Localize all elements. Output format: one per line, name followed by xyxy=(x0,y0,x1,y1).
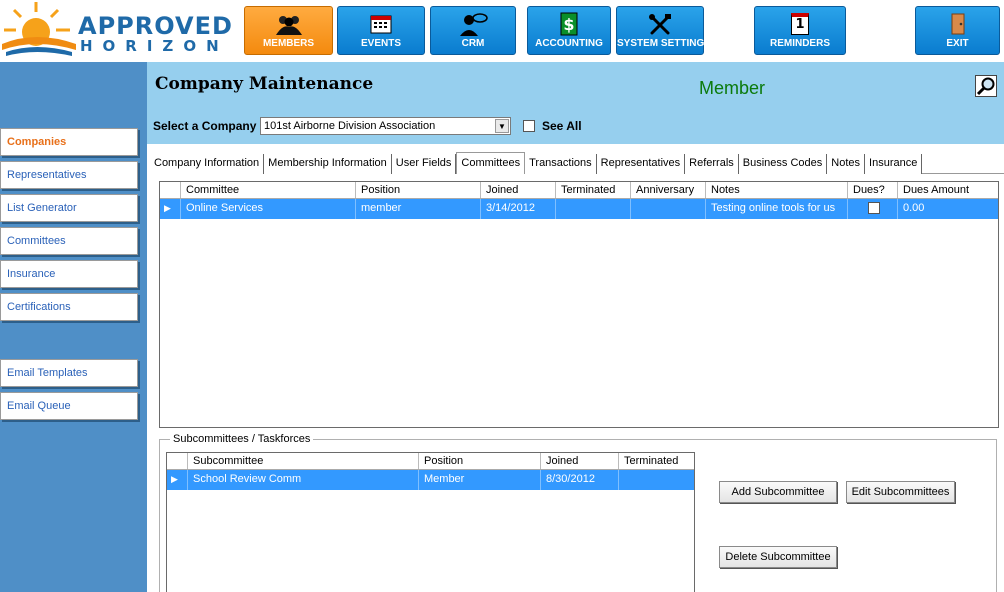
see-all-label: See All xyxy=(542,119,582,133)
tools-icon xyxy=(617,12,703,36)
nav-events-label: EVENTS xyxy=(360,38,401,49)
tab-referrals[interactable]: Referrals xyxy=(685,154,739,174)
committees-grid-header: Committee Position Joined Terminated Ann… xyxy=(160,182,998,199)
tab-committees[interactable]: Committees xyxy=(456,152,526,174)
calendar-icon xyxy=(338,12,424,36)
subcommittees-grid-header: Subcommittee Position Joined Terminated xyxy=(167,453,694,470)
column-header[interactable]: Position xyxy=(356,182,481,198)
nav-members-button[interactable]: MEMBERS xyxy=(244,6,333,55)
row-header-cell xyxy=(167,453,188,469)
select-company-label: Select a Company xyxy=(153,119,257,133)
tab-representatives[interactable]: Representatives xyxy=(596,154,686,174)
tab-transactions[interactable]: Transactions xyxy=(525,154,597,174)
cell-committee: Online Services xyxy=(181,199,356,219)
cell-terminated xyxy=(619,470,694,490)
dropdown-arrow-icon[interactable]: ▼ xyxy=(495,119,509,133)
magnifier-icon xyxy=(976,77,995,96)
tab-insurance[interactable]: Insurance xyxy=(865,154,923,174)
column-header[interactable]: Dues? xyxy=(848,182,898,198)
nav-crm-label: CRM xyxy=(461,38,485,49)
cell-dues xyxy=(848,199,898,219)
column-header[interactable]: Terminated xyxy=(556,182,631,198)
page-title: Company Maintenance xyxy=(155,74,374,94)
sidebar-item-certifications[interactable]: Certifications xyxy=(0,293,138,321)
row-header-cell xyxy=(160,182,181,198)
nav-exit-label: EXIT xyxy=(946,38,969,49)
cell-anniversary xyxy=(631,199,706,219)
column-header[interactable]: Joined xyxy=(541,453,619,469)
column-header[interactable]: Anniversary xyxy=(631,182,706,198)
nav-events-button[interactable]: EVENTS xyxy=(337,6,425,55)
company-select[interactable]: 101st Airborne Division Association ▼ xyxy=(260,117,511,135)
see-all-checkbox[interactable] xyxy=(523,120,535,132)
nav-reminders-button[interactable]: 1 REMINDERS xyxy=(754,6,846,55)
tab-company-information[interactable]: Company Information xyxy=(150,154,265,174)
tab-strip: Company Information Membership Informati… xyxy=(150,152,923,174)
nav-members-label: MEMBERS xyxy=(262,38,315,49)
svg-text:$: $ xyxy=(563,15,574,34)
page-header: Company Maintenance Member Select a Comp… xyxy=(147,62,1004,144)
tab-notes[interactable]: Notes xyxy=(827,154,866,174)
cell-notes: Testing online tools for us xyxy=(706,199,848,219)
row-pointer-icon: ▶ xyxy=(160,199,181,219)
member-status-label: Member xyxy=(699,78,766,98)
nav-system-settings-button[interactable]: SYSTEM SETTINGS xyxy=(616,6,711,55)
subcommittees-group-label: Subcommittees / Taskforces xyxy=(170,433,314,445)
person-speech-icon xyxy=(431,12,515,36)
column-header[interactable]: Committee xyxy=(181,182,356,198)
add-subcommittee-button[interactable]: Add Subcommittee xyxy=(719,481,837,503)
column-header[interactable]: Subcommittee xyxy=(188,453,419,469)
sidebar-item-email-queue[interactable]: Email Queue xyxy=(0,392,138,420)
edit-subcommittees-button[interactable]: Edit Subcommittees xyxy=(846,481,955,503)
tab-business-codes[interactable]: Business Codes xyxy=(738,154,828,174)
dollar-icon: $ xyxy=(528,12,610,36)
nav-exit-button[interactable]: EXIT xyxy=(915,6,1000,55)
column-header[interactable]: Notes xyxy=(706,182,848,198)
cell-dues-amount: 0.00 xyxy=(903,202,925,214)
tab-user-fields[interactable]: User Fields xyxy=(391,154,457,174)
sun-logo-icon xyxy=(2,2,76,56)
row-pointer-icon: ▶ xyxy=(167,470,188,490)
committees-grid: Committee Position Joined Terminated Ann… xyxy=(159,181,999,428)
column-header[interactable]: Dues Amount xyxy=(898,182,998,198)
column-header[interactable]: Position xyxy=(419,453,541,469)
table-row[interactable]: ▶ Online Services member 3/14/2012 Testi… xyxy=(160,199,998,219)
cell-joined: 8/30/2012 xyxy=(541,470,619,490)
door-exit-icon xyxy=(916,12,999,36)
delete-subcommittee-button[interactable]: Delete Subcommittee xyxy=(719,546,837,568)
column-header[interactable]: Joined xyxy=(481,182,556,198)
cell-terminated xyxy=(556,199,631,219)
people-group-icon xyxy=(245,12,332,36)
cell-position: member xyxy=(356,199,481,219)
sidebar-item-committees[interactable]: Committees xyxy=(0,227,138,255)
app-logo: APPROVED HORIZON xyxy=(0,0,240,62)
sidebar-item-email-templates[interactable]: Email Templates xyxy=(0,359,138,387)
nav-system-settings-label: SYSTEM SETTINGS xyxy=(617,38,711,49)
logo-text-approved: APPROVED xyxy=(78,12,233,40)
search-button[interactable] xyxy=(975,75,997,97)
tab-membership-information[interactable]: Membership Information xyxy=(264,154,392,174)
company-select-value: 101st Airborne Division Association xyxy=(264,120,436,132)
cell-subcommittee: School Review Comm xyxy=(188,470,419,490)
top-bar: APPROVED HORIZON MEMBERS EVENTS CRM $ AC… xyxy=(0,0,1004,62)
sidebar-item-insurance[interactable]: Insurance xyxy=(0,260,138,288)
sidebar-item-representatives[interactable]: Representatives xyxy=(0,161,138,189)
nav-reminders-label: REMINDERS xyxy=(769,38,830,49)
table-row[interactable]: ▶ School Review Comm Member 8/30/2012 xyxy=(167,470,694,490)
nav-accounting-button[interactable]: $ ACCOUNTING xyxy=(527,6,611,55)
subcommittees-grid: Subcommittee Position Joined Terminated … xyxy=(166,452,695,592)
nav-crm-button[interactable]: CRM xyxy=(430,6,516,55)
logo-text-horizon: HORIZON xyxy=(80,37,229,55)
sidebar-item-companies[interactable]: Companies xyxy=(0,128,138,156)
column-header[interactable]: Terminated xyxy=(619,453,694,469)
nav-accounting-label: ACCOUNTING xyxy=(535,38,603,49)
calendar-day-icon: 1 xyxy=(755,12,845,36)
cell-position: Member xyxy=(419,470,541,490)
reminders-count: 1 xyxy=(791,13,809,35)
cell-joined: 3/14/2012 xyxy=(481,199,556,219)
dues-checkbox[interactable] xyxy=(868,202,880,214)
sidebar-item-list-generator[interactable]: List Generator xyxy=(0,194,138,222)
sidebar: Companies Representatives List Generator… xyxy=(0,62,147,592)
